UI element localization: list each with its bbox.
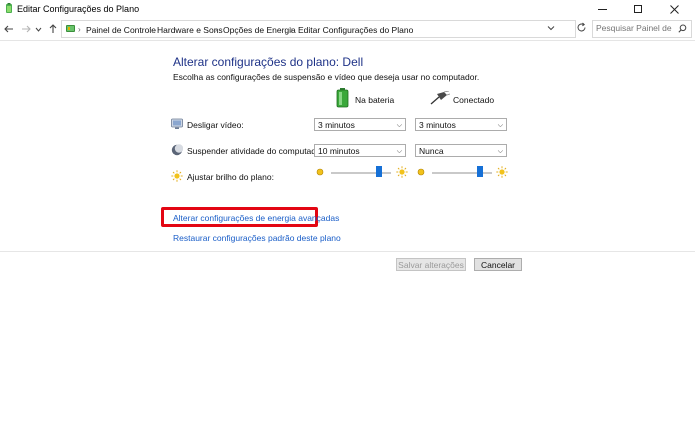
control-panel-icon bbox=[66, 25, 75, 32]
brightness-battery-slider[interactable] bbox=[331, 172, 391, 174]
title-bar: Editar Configurações do Plano bbox=[0, 0, 695, 18]
select-value: 3 minutos bbox=[419, 120, 456, 130]
minimize-icon bbox=[597, 8, 607, 10]
column-header-plugged: Conectado bbox=[453, 95, 495, 105]
brightness-battery-slider-thumb[interactable] bbox=[376, 166, 382, 177]
chevron-down-icon: ⌵ bbox=[497, 122, 503, 129]
row-label-sleep: Suspender atividade do computador: bbox=[187, 146, 326, 156]
turn-off-display-battery-select[interactable]: 3 minutos ⌵ bbox=[314, 118, 406, 131]
maximize-button[interactable] bbox=[620, 0, 656, 18]
arrow-left-icon bbox=[4, 25, 13, 33]
select-value: 10 minutos bbox=[318, 146, 360, 156]
forward-button[interactable] bbox=[20, 23, 32, 35]
brightness-low-icon bbox=[316, 168, 324, 176]
sleep-battery-select[interactable]: 10 minutos ⌵ bbox=[314, 144, 406, 157]
page-title: Alterar configurações do plano: Dell bbox=[173, 55, 364, 69]
window-title: Editar Configurações do Plano bbox=[17, 4, 140, 14]
cancel-button[interactable]: Cancelar bbox=[474, 258, 522, 271]
sleep-plugged-select[interactable]: Nunca ⌵ bbox=[415, 144, 507, 157]
select-value: 3 minutos bbox=[318, 120, 355, 130]
sun-icon bbox=[171, 170, 183, 182]
maximize-icon bbox=[634, 5, 642, 13]
chevron-down-icon bbox=[35, 27, 41, 32]
search-input[interactable] bbox=[593, 21, 674, 35]
breadcrumb-separator-icon: › bbox=[78, 25, 81, 34]
search-box[interactable] bbox=[592, 20, 692, 38]
moon-icon bbox=[171, 144, 183, 156]
select-value: Nunca bbox=[419, 146, 444, 156]
minimize-button[interactable] bbox=[584, 0, 620, 18]
arrow-up-icon bbox=[49, 24, 57, 33]
arrow-right-icon bbox=[22, 25, 31, 33]
brightness-low-icon bbox=[417, 168, 425, 176]
row-label-brightness: Ajustar brilho do plano: bbox=[187, 172, 274, 182]
navigation-bar: › Painel de Controle › Hardware e Sons ›… bbox=[0, 18, 695, 41]
chevron-down-icon: ⌵ bbox=[396, 122, 402, 129]
close-icon bbox=[669, 4, 679, 14]
breadcrumb-separator-icon: › bbox=[149, 25, 152, 34]
breadcrumb-hardware-e-sons[interactable]: Hardware e Sons bbox=[157, 25, 223, 35]
chevron-down-icon: ⌵ bbox=[396, 148, 402, 155]
brightness-plugged-slider[interactable] bbox=[432, 172, 492, 174]
save-changes-button[interactable]: Salvar alterações bbox=[396, 258, 466, 271]
column-header-battery: Na bateria bbox=[355, 95, 395, 105]
battery-icon bbox=[336, 88, 349, 108]
brightness-high-icon bbox=[396, 166, 408, 178]
power-plug-icon bbox=[430, 91, 450, 105]
recent-locations-button[interactable] bbox=[34, 23, 42, 35]
breadcrumb-separator-icon: › bbox=[290, 25, 293, 34]
breadcrumb-editar-configuracoes[interactable]: Editar Configurações do Plano bbox=[298, 25, 413, 35]
address-dropdown-button[interactable] bbox=[547, 24, 557, 34]
breadcrumb-separator-icon: › bbox=[215, 25, 218, 34]
row-label-turn-off-display: Desligar vídeo: bbox=[187, 120, 244, 130]
brightness-plugged-slider-thumb[interactable] bbox=[477, 166, 483, 177]
divider bbox=[0, 251, 695, 252]
turn-off-display-plugged-select[interactable]: 3 minutos ⌵ bbox=[415, 118, 507, 131]
restore-defaults-link[interactable]: Restaurar configurações padrão deste pla… bbox=[173, 233, 341, 243]
address-bar[interactable]: › Painel de Controle › Hardware e Sons ›… bbox=[61, 20, 576, 38]
back-button[interactable] bbox=[3, 23, 15, 35]
refresh-button[interactable] bbox=[576, 22, 590, 36]
breadcrumb-opcoes-de-energia[interactable]: Opções de Energia bbox=[223, 25, 296, 35]
search-icon bbox=[678, 24, 687, 33]
page-description: Escolha as configurações de suspensão e … bbox=[173, 72, 480, 82]
advanced-power-settings-link[interactable]: Alterar configurações de energia avançad… bbox=[173, 213, 339, 223]
monitor-icon bbox=[171, 118, 183, 129]
chevron-down-icon: ⌵ bbox=[497, 148, 503, 155]
control-panel-icon bbox=[6, 3, 12, 13]
refresh-icon bbox=[577, 22, 586, 32]
breadcrumb-painel-de-controle[interactable]: Painel de Controle bbox=[86, 25, 156, 35]
up-button[interactable] bbox=[47, 23, 59, 35]
close-button[interactable] bbox=[656, 0, 692, 18]
chevron-down-icon bbox=[547, 26, 555, 31]
brightness-high-icon bbox=[496, 166, 508, 178]
